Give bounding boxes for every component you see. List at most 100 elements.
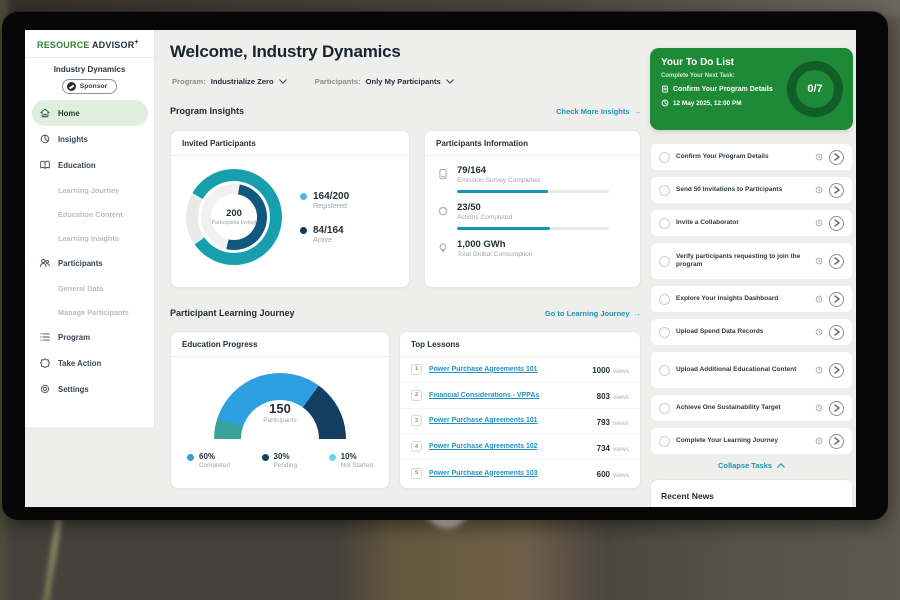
invited-participants-card: Invited Participants 200 Participants In… [170, 130, 410, 288]
sidebar-item-education[interactable]: Education [25, 152, 155, 178]
clock-icon [815, 186, 823, 194]
chevron-down-icon[interactable] [279, 79, 287, 84]
legend-active: 84/164 Active [300, 225, 349, 244]
education-progress-title: Education Progress [171, 332, 389, 357]
chevron-up-icon [777, 463, 785, 468]
task-checkbox[interactable] [659, 256, 670, 267]
task-upload-spend-data[interactable]: Upload Spend Data Records [650, 318, 853, 346]
task-go-button[interactable] [829, 183, 844, 198]
task-upload-educational-content[interactable]: Upload Additional Educational Content [650, 351, 853, 389]
task-go-button[interactable] [829, 254, 844, 269]
task-go-button[interactable] [829, 325, 844, 340]
task-checkbox[interactable] [659, 185, 670, 196]
task-complete-learning-journey[interactable]: Complete Your Learning Journey [650, 427, 853, 455]
sidebar-nav: Home Insights Education Learning Journey… [25, 100, 155, 402]
actions-icon [437, 205, 449, 217]
clock-icon [815, 295, 823, 303]
legend-dot [187, 454, 194, 461]
task-verify-participants[interactable]: Verify participants requesting to join t… [650, 242, 853, 280]
sidebar-item-take-action[interactable]: Take Action [25, 350, 155, 376]
collapse-tasks-link[interactable]: Collapse Tasks [650, 461, 853, 470]
task-checkbox[interactable] [659, 218, 670, 229]
sidebar-item-general-data[interactable]: General Data [25, 276, 155, 300]
clock-icon [815, 366, 823, 374]
participants-information-title: Participants Information [425, 131, 640, 156]
task-checkbox[interactable] [659, 365, 670, 376]
todo-next-task: Confirm Your Program Details [673, 86, 773, 93]
survey-icon [437, 168, 449, 180]
program-filter-value[interactable]: Industrialize Zero [211, 77, 274, 86]
go-to-learning-journey-link[interactable]: Go to Learning Journey → [545, 309, 641, 318]
participants-filter-label: Participants: [315, 77, 361, 86]
stat-global-consumption: 1,000 GWh Total Global Consumption [425, 230, 640, 258]
task-invite-collaborator[interactable]: Invite a Collaborator [650, 209, 853, 237]
participants-filter-value[interactable]: Only My Participants [366, 77, 441, 86]
stat-actions-completed: 23/50 Actions Completed [425, 193, 640, 230]
check-more-insights-link[interactable]: Check More Insights → [556, 107, 641, 116]
rank-badge: 2 [411, 390, 422, 401]
task-achieve-sustainability-target[interactable]: Achieve One Sustainability Target [650, 394, 853, 422]
app-logo: RESOURCE ADVISOR+ [25, 30, 154, 58]
lesson-link[interactable]: Financial Considerations - VPPAs [429, 392, 590, 399]
lesson-link[interactable]: Power Purchase Agreements 101 [429, 366, 585, 373]
program-insights-title: Program Insights [170, 106, 244, 116]
task-confirm-program-details[interactable]: Confirm Your Program Details [650, 143, 853, 171]
education-gauge-center: 150 Participants [214, 401, 346, 424]
lesson-link[interactable]: Power Purchase Agreements 102 [429, 443, 590, 450]
sidebar-item-insights[interactable]: Insights [25, 126, 155, 152]
todo-task-list: Confirm Your Program Details Send 50 Inv… [650, 143, 853, 455]
participants-information-card: Participants Information 79/164 Emission… [424, 130, 641, 288]
sidebar-item-learning-insights[interactable]: Learning Insights [25, 226, 155, 250]
home-icon [39, 107, 51, 119]
task-go-button[interactable] [829, 434, 844, 449]
sidebar-item-home[interactable]: Home [32, 100, 148, 126]
rank-badge: 5 [411, 468, 422, 479]
clock-icon [815, 257, 823, 265]
todo-progress-value: 0/7 [807, 83, 822, 95]
legend-not-started: 10% Not Started [329, 452, 373, 469]
task-go-button[interactable] [829, 363, 844, 378]
task-checkbox[interactable] [659, 294, 670, 305]
recent-news-title: Recent News [661, 491, 842, 501]
lesson-link[interactable]: Power Purchase Agreements 103 [429, 470, 590, 477]
emission-progress-bar [457, 190, 609, 193]
sidebar-item-learning-journey[interactable]: Learning Journey [25, 178, 155, 202]
sidebar-item-settings[interactable]: Settings [25, 376, 155, 402]
action-icon [39, 357, 51, 369]
task-go-button[interactable] [829, 401, 844, 416]
sidebar-item-participants[interactable]: Participants [25, 250, 155, 276]
sponsor-icon [67, 82, 76, 91]
clock-icon [815, 404, 823, 412]
sidebar-item-education-content[interactable]: Education Content [25, 202, 155, 226]
task-go-button[interactable] [829, 150, 844, 165]
clipboard-icon [661, 85, 669, 93]
arrow-right-icon: → [634, 107, 642, 116]
sidebar-item-program[interactable]: Program [25, 324, 155, 350]
task-checkbox[interactable] [659, 152, 670, 163]
task-send-invitations[interactable]: Send 50 Invitations to Participants [650, 176, 853, 204]
todo-panel: Your To Do List Complete Your Next Task:… [650, 48, 853, 507]
clock-icon [815, 219, 823, 227]
task-go-button[interactable] [829, 216, 844, 231]
lesson-row: 1 Power Purchase Agreements 101 1000view… [400, 357, 640, 383]
invited-legend: 164/200 Registered 84/164 Active [300, 191, 349, 244]
bulb-icon [437, 242, 449, 254]
legend-completed: 60% Completed [187, 452, 230, 469]
program-filter-label: Program: [172, 77, 206, 86]
sidebar-item-manage-participants[interactable]: Manage Participants [25, 300, 155, 324]
task-checkbox[interactable] [659, 436, 670, 447]
list-icon [39, 331, 51, 343]
lesson-link[interactable]: Power Purchase Agreements 101 [429, 417, 590, 424]
task-checkbox[interactable] [659, 403, 670, 414]
people-icon [39, 257, 51, 269]
invited-participants-title: Invited Participants [171, 131, 409, 156]
recent-news-card: Recent News [650, 479, 853, 507]
chevron-down-icon[interactable] [446, 79, 454, 84]
main-content: Welcome, Industry Dynamics Program: Indu… [170, 30, 641, 507]
logo-plus: + [134, 39, 138, 46]
gear-icon [39, 383, 51, 395]
task-explore-insights[interactable]: Explore Your Insights Dashboard [650, 285, 853, 313]
task-checkbox[interactable] [659, 327, 670, 338]
task-go-button[interactable] [829, 292, 844, 307]
education-progress-card: Education Progress 150 Participants 60% … [170, 331, 390, 489]
